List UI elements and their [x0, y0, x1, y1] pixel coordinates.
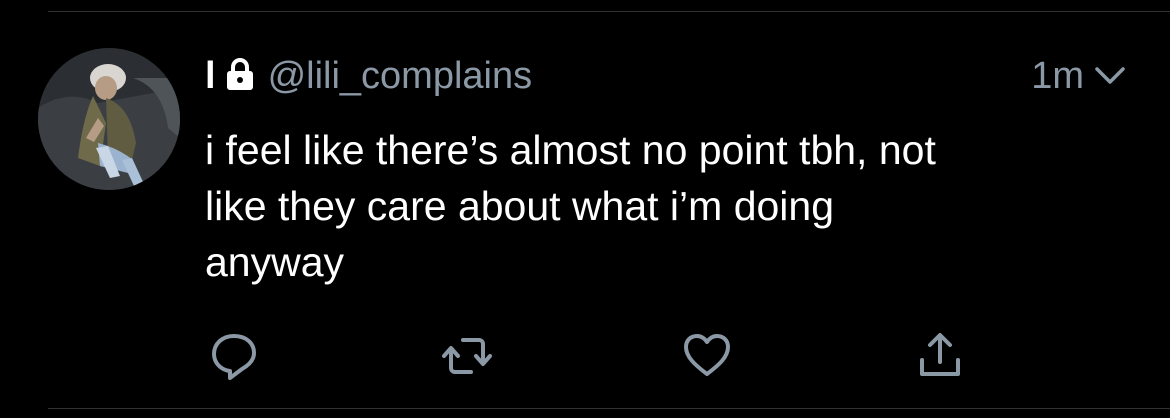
- heart-icon: [684, 334, 730, 376]
- tweet-header: l @lili_complains: [205, 52, 532, 100]
- divider-top: [48, 11, 1170, 12]
- retweet-icon: [442, 338, 492, 374]
- tweet-meta: 1m: [1031, 52, 1126, 100]
- share-button[interactable]: [914, 330, 966, 382]
- tweet-text: i feel like there’s almost no point tbh,…: [205, 127, 936, 285]
- timestamp[interactable]: 1m: [1031, 57, 1084, 95]
- action-bar: [0, 330, 1170, 382]
- tweet: l @lili_complains 1m i feel like there’s…: [0, 0, 1170, 418]
- avatar[interactable]: [38, 48, 180, 190]
- lock-icon: [226, 58, 253, 90]
- reply-button[interactable]: [208, 330, 260, 382]
- retweet-button[interactable]: [441, 330, 493, 382]
- chevron-down-icon[interactable]: [1094, 65, 1126, 87]
- avatar-image: [38, 48, 180, 190]
- display-name[interactable]: l: [205, 57, 216, 95]
- reply-icon: [212, 334, 256, 380]
- share-icon: [920, 333, 960, 376]
- user-handle[interactable]: @lili_complains: [268, 57, 533, 95]
- like-button[interactable]: [681, 330, 733, 382]
- divider-bottom: [48, 408, 1170, 409]
